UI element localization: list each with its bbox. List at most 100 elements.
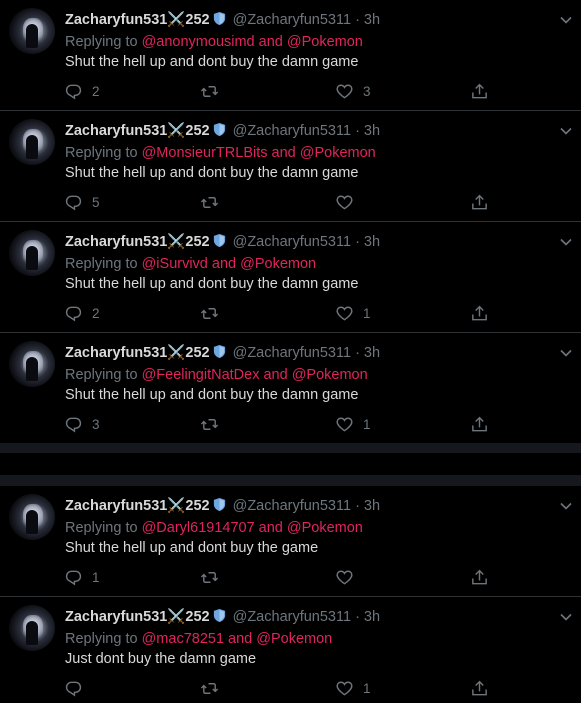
- tweet-header: Zacharyfun531⚔️252 @Zacharyfun5311 · 3h: [65, 344, 380, 362]
- tweet[interactable]: Zacharyfun531⚔️252 @Zacharyfun5311 · 3h R…: [0, 333, 581, 444]
- heart-icon: [336, 681, 353, 696]
- retweet-button[interactable]: [200, 414, 219, 434]
- tweet-header: Zacharyfun531⚔️252 @Zacharyfun5311 · 3h: [65, 11, 380, 29]
- share-icon: [472, 569, 487, 584]
- reply-button[interactable]: 3: [64, 414, 100, 434]
- chevron-down-icon[interactable]: [559, 235, 573, 249]
- retweet-button[interactable]: [200, 81, 219, 101]
- like-button[interactable]: 1: [335, 678, 371, 698]
- avatar[interactable]: [9, 230, 55, 276]
- display-name[interactable]: Zacharyfun531⚔️252: [65, 123, 210, 139]
- reply-button[interactable]: [64, 678, 92, 698]
- separator-bar: [0, 443, 581, 453]
- reply-icon: [65, 681, 82, 696]
- handle-timestamp[interactable]: @Zacharyfun5311 · 3h: [233, 12, 380, 28]
- handle-timestamp[interactable]: @Zacharyfun5311 · 3h: [233, 345, 380, 361]
- heart-icon: [336, 195, 353, 210]
- reply-icon: [65, 84, 82, 99]
- like-count: 3: [363, 83, 371, 99]
- like-button[interactable]: 3: [335, 81, 371, 101]
- reply-count: 3: [92, 416, 100, 432]
- reply-button[interactable]: 2: [64, 303, 100, 323]
- tweet-text: Just dont buy the damn game: [65, 651, 257, 667]
- tweet-actions: 2 1: [0, 303, 581, 323]
- reply-icon: [65, 417, 82, 432]
- chevron-down-icon[interactable]: [559, 499, 573, 513]
- avatar[interactable]: [9, 494, 55, 540]
- shield-badge-icon: [213, 497, 225, 512]
- replying-to: Replying to @FeelingitNatDex and @Pokemo…: [65, 367, 368, 383]
- reply-button[interactable]: 5: [64, 192, 100, 212]
- chevron-down-icon[interactable]: [559, 13, 573, 27]
- like-count: 1: [363, 416, 371, 432]
- replying-to: Replying to @iSurvivd and @Pokemon: [65, 256, 317, 272]
- retweet-icon: [200, 418, 219, 430]
- display-name[interactable]: Zacharyfun531⚔️252: [65, 234, 210, 250]
- tweet[interactable]: Zacharyfun531⚔️252 @Zacharyfun5311 · 3h R…: [0, 111, 581, 222]
- avatar[interactable]: [9, 605, 55, 651]
- reply-count: 2: [92, 83, 100, 99]
- avatar[interactable]: [9, 341, 55, 387]
- retweet-button[interactable]: [200, 192, 219, 212]
- mention-links[interactable]: @FeelingitNatDex and @Pokemon: [142, 367, 368, 383]
- retweet-icon: [200, 682, 219, 694]
- avatar[interactable]: [9, 8, 55, 54]
- like-button[interactable]: 1: [335, 414, 371, 434]
- share-button[interactable]: [470, 81, 489, 101]
- avatar[interactable]: [9, 119, 55, 165]
- heart-icon: [336, 84, 353, 99]
- handle-timestamp[interactable]: @Zacharyfun5311 · 3h: [233, 123, 380, 139]
- like-button[interactable]: [335, 192, 363, 212]
- shield-badge-icon: [213, 608, 225, 623]
- mention-links[interactable]: @mac78251 and @Pokemon: [142, 631, 333, 647]
- tweet-header: Zacharyfun531⚔️252 @Zacharyfun5311 · 3h: [65, 608, 380, 626]
- tweet-header: Zacharyfun531⚔️252 @Zacharyfun5311 · 3h: [65, 233, 380, 251]
- reply-icon: [65, 195, 82, 210]
- chevron-down-icon[interactable]: [559, 610, 573, 624]
- reply-button[interactable]: 1: [64, 567, 100, 587]
- tweet[interactable]: Zacharyfun531⚔️252 @Zacharyfun5311 · 3h R…: [0, 222, 581, 333]
- tweet[interactable]: Zacharyfun531⚔️252 @Zacharyfun5311 · 3h R…: [0, 597, 581, 703]
- retweet-button[interactable]: [200, 567, 219, 587]
- chevron-down-icon[interactable]: [559, 124, 573, 138]
- display-name[interactable]: Zacharyfun531⚔️252: [65, 609, 210, 625]
- reply-button[interactable]: 2: [64, 81, 100, 101]
- mention-links[interactable]: @anonymousimd and @Pokemon: [142, 34, 363, 50]
- heart-icon: [336, 306, 353, 321]
- share-button[interactable]: [470, 303, 489, 323]
- display-name[interactable]: Zacharyfun531⚔️252: [65, 345, 210, 361]
- share-button[interactable]: [470, 192, 489, 212]
- tweet-text: Shut the hell up and dont buy the damn g…: [65, 387, 359, 403]
- replying-to: Replying to @anonymousimd and @Pokemon: [65, 34, 363, 50]
- handle-timestamp[interactable]: @Zacharyfun5311 · 3h: [233, 498, 380, 514]
- reply-count: 1: [92, 569, 100, 585]
- handle-timestamp[interactable]: @Zacharyfun5311 · 3h: [233, 234, 380, 250]
- tweet[interactable]: Zacharyfun531⚔️252 @Zacharyfun5311 · 3h R…: [0, 0, 581, 111]
- mention-links[interactable]: @iSurvivd and @Pokemon: [142, 256, 317, 272]
- retweet-button[interactable]: [200, 303, 219, 323]
- heart-icon: [336, 417, 353, 432]
- tweet[interactable]: Zacharyfun531⚔️252 @Zacharyfun5311 · 3h R…: [0, 486, 581, 597]
- chevron-down-icon[interactable]: [559, 346, 573, 360]
- share-button[interactable]: [470, 678, 489, 698]
- mention-links[interactable]: @MonsieurTRLBits and @Pokemon: [142, 145, 376, 161]
- like-button[interactable]: 1: [335, 303, 371, 323]
- shield-badge-icon: [213, 344, 225, 359]
- share-icon: [472, 194, 487, 209]
- display-name[interactable]: Zacharyfun531⚔️252: [65, 12, 210, 28]
- reply-count: 5: [92, 194, 100, 210]
- handle-timestamp[interactable]: @Zacharyfun5311 · 3h: [233, 609, 380, 625]
- mention-links[interactable]: @Daryl61914707 and @Pokemon: [142, 520, 363, 536]
- tweet-actions: 5: [0, 192, 581, 212]
- retweet-button[interactable]: [200, 678, 219, 698]
- reply-icon: [65, 306, 82, 321]
- display-name[interactable]: Zacharyfun531⚔️252: [65, 498, 210, 514]
- share-icon: [472, 416, 487, 431]
- like-count: 1: [363, 305, 371, 321]
- tweet-text: Shut the hell up and dont buy the damn g…: [65, 165, 359, 181]
- like-button[interactable]: [335, 567, 363, 587]
- replying-to: Replying to @mac78251 and @Pokemon: [65, 631, 333, 647]
- retweet-icon: [200, 571, 219, 583]
- share-button[interactable]: [470, 567, 489, 587]
- share-button[interactable]: [470, 414, 489, 434]
